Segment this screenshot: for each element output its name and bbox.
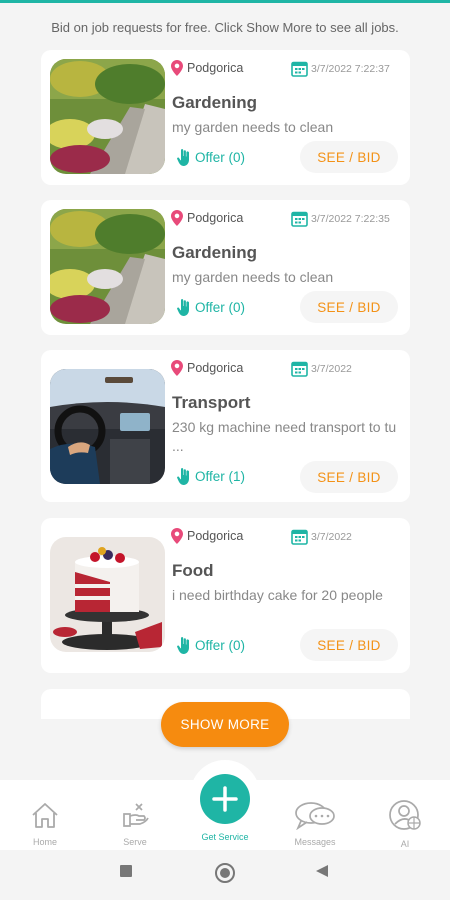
job-title: Gardening: [172, 93, 258, 112]
location-pin-icon: [171, 210, 183, 226]
profile-globe-icon: [389, 800, 421, 830]
see-bid-button[interactable]: SEE / BID: [300, 291, 398, 323]
garden-image: [50, 209, 165, 324]
job-card[interactable]: Podgorica 3/7/2022 Transport 230 kg mach…: [41, 350, 410, 502]
messages-icon: [295, 802, 335, 831]
hand-icon: [177, 149, 189, 166]
offer-count: Offer (0): [177, 637, 245, 654]
calendar-icon: [291, 529, 308, 545]
hand-icon: [177, 637, 189, 654]
intro-text: Bid on job requests for free. Click Show…: [51, 20, 399, 35]
location-pin-icon: [171, 528, 183, 544]
job-card[interactable]: Podgorica 3/7/2022 7:22:35 Gardening my …: [41, 200, 410, 335]
recents-button[interactable]: [119, 864, 133, 883]
job-title: Food: [172, 561, 214, 580]
offer-count: Offer (0): [177, 299, 245, 316]
hand-icon: [177, 468, 189, 485]
location: Podgorica: [171, 210, 243, 226]
job-card[interactable]: Podgorica 3/7/2022 Food i need birthday …: [41, 518, 410, 673]
calendar-icon: [291, 361, 308, 377]
get-service-button[interactable]: [200, 774, 250, 824]
job-description: 230 kg machine need transport to tu ...: [172, 419, 397, 454]
date: 3/7/2022: [291, 528, 352, 545]
back-triangle-icon: [316, 865, 328, 877]
serve-icon: [123, 803, 149, 827]
system-nav-bar: [0, 850, 450, 900]
top-accent-line: [0, 0, 450, 3]
nav-serve-label: Serve: [123, 837, 147, 847]
nav-ai-label: AI: [400, 839, 410, 849]
plus-icon: [212, 786, 238, 812]
garden-image: [50, 59, 165, 174]
date: 3/7/2022 7:22:37: [291, 60, 390, 77]
job-title: Transport: [172, 393, 251, 412]
see-bid-button[interactable]: SEE / BID: [300, 141, 398, 173]
see-bid-button[interactable]: SEE / BID: [300, 629, 398, 661]
square-icon: [120, 865, 132, 877]
hand-icon: [177, 299, 189, 316]
cake-image: [50, 537, 165, 652]
nav-home[interactable]: Home: [10, 800, 80, 847]
see-bid-button[interactable]: SEE / BID: [300, 461, 398, 493]
back-button[interactable]: [315, 864, 329, 883]
job-description: i need birthday cake for 20 people: [172, 587, 383, 603]
location: Podgorica: [171, 60, 243, 76]
home-icon: [32, 803, 58, 828]
location: Podgorica: [171, 528, 243, 544]
show-more-button[interactable]: SHOW MORE: [161, 702, 289, 747]
job-card[interactable]: Podgorica 3/7/2022 7:22:37 Gardening my …: [41, 50, 410, 185]
calendar-icon: [291, 61, 308, 77]
date: 3/7/2022 7:22:35: [291, 210, 390, 227]
circle-icon: [215, 863, 235, 883]
location: Podgorica: [171, 360, 243, 376]
offer-count: Offer (0): [177, 149, 245, 166]
location-pin-icon: [171, 60, 183, 76]
calendar-icon: [291, 211, 308, 227]
job-description: my garden needs to clean: [172, 269, 334, 285]
get-service-label: Get Service: [201, 832, 249, 842]
nav-messages-label: Messages: [294, 837, 336, 847]
nav-home-label: Home: [32, 837, 57, 847]
nav-ai[interactable]: AI: [370, 800, 440, 849]
car-interior-image: [50, 369, 165, 484]
home-system-button[interactable]: [214, 862, 236, 889]
job-description: my garden needs to clean: [172, 119, 334, 135]
nav-messages[interactable]: Messages: [280, 800, 350, 847]
location-pin-icon: [171, 360, 183, 376]
date: 3/7/2022: [291, 360, 352, 377]
offer-count: Offer (1): [177, 468, 245, 485]
job-title: Gardening: [172, 243, 258, 262]
nav-serve[interactable]: Serve: [100, 800, 170, 847]
